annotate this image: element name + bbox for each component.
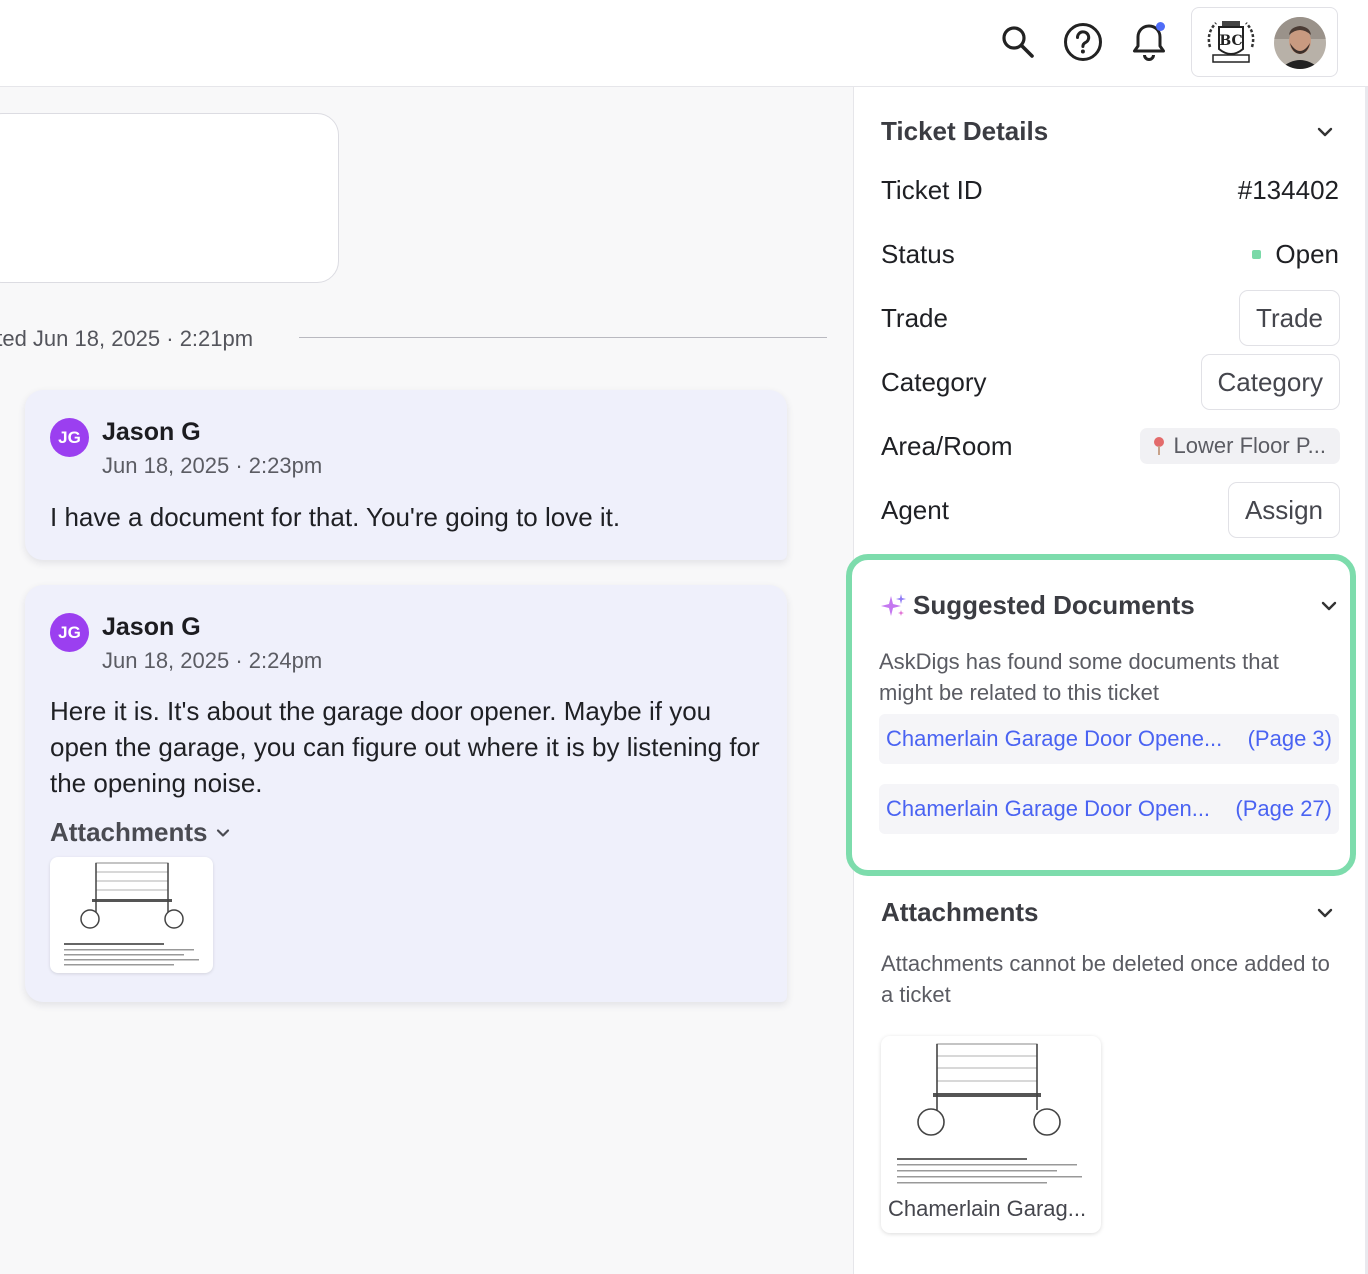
divider-line [299, 337, 827, 338]
author-avatar: JG [50, 418, 89, 457]
attachments-toggle[interactable]: Attachments [50, 817, 231, 848]
document-page: (Page 27) [1235, 796, 1332, 821]
date-divider: ated Jun 18, 2025 · 2:21pm [0, 324, 827, 354]
chevron-down-icon[interactable] [1314, 902, 1336, 924]
date-divider-text: ated Jun 18, 2025 · 2:21pm [0, 326, 254, 351]
document-name: Chamerlain Garage Door Opene... [886, 726, 1223, 751]
document-page: (Page 3) [1247, 726, 1332, 751]
chevron-down-icon[interactable] [1318, 595, 1340, 617]
author-avatar: JG [50, 613, 89, 652]
map-pin-icon [1153, 437, 1164, 455]
suggested-document-link[interactable]: Chamerlain Garage Door Open... (Page 27) [879, 784, 1339, 834]
message-card: JG Jason G Jun 18, 2025 · 2:24pm Here it… [25, 585, 787, 1002]
ticket-side-panel: Ticket Details Ticket ID #134402 Status … [846, 87, 1368, 1274]
document-preview-icon [897, 1043, 1082, 1184]
area-room-select[interactable]: Lower Floor P... [1139, 428, 1340, 464]
ticket-id-label: Ticket ID [881, 175, 983, 205]
ticket-details-title: Ticket Details [881, 116, 1049, 146]
assign-agent-button[interactable]: Assign [1227, 482, 1340, 538]
message-body: I have a document for that. You're going… [50, 502, 621, 532]
category-label: Category [881, 367, 987, 397]
agent-label: Agent [881, 495, 949, 525]
attachments-title: Attachments [881, 897, 1039, 927]
message-timestamp: Jun 18, 2025 · 2:23pm [102, 453, 323, 478]
message-timestamp: Jun 18, 2025 · 2:24pm [102, 648, 323, 673]
suggested-document-link[interactable]: Chamerlain Garage Door Opene... (Page 3) [879, 714, 1339, 764]
trade-label: Trade [881, 303, 948, 333]
message-body: Here it is. It's about the garage door o… [50, 696, 760, 798]
trade-select[interactable]: Trade [1239, 290, 1340, 346]
status-label: Status [881, 239, 955, 269]
ticket-id-value: #134402 [1237, 175, 1339, 205]
conversation-area: ated Jun 18, 2025 · 2:21pm JG Jason G Ju… [0, 87, 853, 1274]
sparkles-icon [881, 593, 906, 616]
document-preview-icon [64, 862, 199, 966]
suggested-documents-header: Suggested Documents [879, 590, 1195, 621]
attachment-file-name: Chamerlain Garag... [888, 1196, 1087, 1221]
chevron-down-icon[interactable] [1314, 121, 1336, 143]
chevron-down-icon [217, 828, 230, 837]
status-dot-icon [1252, 249, 1262, 259]
status-badge: Open [1252, 239, 1339, 270]
area-room-value: Lower Floor P... [1173, 433, 1326, 458]
attachments-label: Attachments [50, 817, 208, 847]
area-room-label: Area/Room [881, 431, 1013, 461]
message-card: JG Jason G Jun 18, 2025 · 2:23pm I have … [25, 390, 787, 560]
attachment-thumbnail[interactable] [50, 857, 213, 973]
suggested-documents-title: Suggested Documents [913, 590, 1195, 620]
document-name: Chamerlain Garage Door Open... [886, 796, 1211, 821]
top-bar: BC [0, 0, 1368, 87]
notification-dot [1156, 22, 1165, 31]
status-value: Open [1275, 239, 1339, 269]
category-select[interactable]: Category [1200, 354, 1340, 410]
author-name: Jason G [102, 418, 201, 446]
attachment-file-card[interactable]: Chamerlain Garag... [881, 1036, 1101, 1233]
svg-text:BC: BC [1219, 33, 1242, 49]
user-avatar [1274, 17, 1326, 69]
account-menu[interactable]: BC [1191, 7, 1338, 77]
search-icon[interactable] [998, 22, 1038, 62]
bell-icon[interactable] [1129, 22, 1169, 62]
suggested-documents-description: AskDigs has found some documents that mi… [879, 649, 1279, 705]
help-icon[interactable] [1063, 22, 1103, 62]
company-logo: BC [1204, 17, 1258, 69]
author-name: Jason G [102, 613, 201, 641]
suggested-documents-section: Suggested Documents AskDigs has found so… [846, 554, 1356, 876]
attachments-description: Attachments cannot be deleted once added… [881, 951, 1330, 1007]
previous-message-card [0, 113, 339, 283]
